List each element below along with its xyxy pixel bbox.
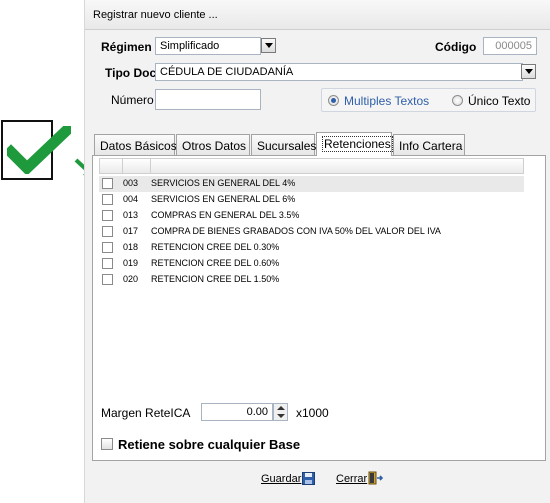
row-checkbox[interactable] — [102, 274, 113, 285]
column-separator — [523, 159, 524, 174]
tab-otros-datos[interactable]: Otros Datos — [176, 134, 250, 156]
check-mark-icon — [7, 126, 71, 174]
codigo-label: Código — [435, 40, 477, 54]
spin-up-icon[interactable] — [277, 406, 285, 410]
row-checkbox[interactable] — [102, 258, 113, 269]
numero-field[interactable] — [155, 89, 261, 110]
unico-texto-radio-icon[interactable] — [452, 95, 463, 106]
row-checkbox[interactable] — [102, 194, 113, 205]
checkmark-indicator — [1, 120, 71, 180]
margen-reteica-value: 0.00 — [246, 406, 268, 418]
cerrar-button[interactable]: Cerrar — [336, 473, 367, 485]
codigo-field[interactable]: 000005 — [483, 37, 537, 55]
margen-reteica-input[interactable]: 0.00 — [201, 403, 273, 421]
multiples-textos-label[interactable]: Multiples Textos — [344, 94, 429, 108]
regimen-label: Régimen — [101, 40, 152, 54]
regimen-select[interactable]: Simplificado — [155, 37, 261, 55]
column-separator — [122, 159, 123, 174]
tab-datos-basicos[interactable]: Datos Básicos — [94, 134, 177, 156]
retiene-label[interactable]: Retiene sobre cualquier Base — [118, 437, 300, 452]
row-checkbox[interactable] — [102, 210, 113, 221]
retenciones-grid: 003 SERVICIOS EN GENERAL DEL 4% 004 SERV… — [99, 158, 524, 396]
margen-spinner[interactable] — [273, 403, 288, 421]
retiene-checkbox[interactable] — [101, 438, 113, 450]
grid-header — [99, 158, 524, 174]
margen-reteica-label: Margen ReteICA — [101, 406, 191, 420]
row-checkbox[interactable] — [102, 178, 113, 189]
row-checkbox[interactable] — [102, 226, 113, 237]
tab-retenciones[interactable]: Retenciones — [316, 132, 393, 156]
text-mode-group: Multiples Textos Único Texto — [321, 88, 536, 112]
tab-sucursales[interactable]: Sucursales — [251, 134, 316, 156]
spin-down-icon[interactable] — [277, 414, 285, 418]
window-title: Registrar nuevo cliente ... — [93, 9, 218, 21]
exit-door-icon[interactable] — [368, 471, 384, 485]
margen-unit-label: x1000 — [296, 406, 329, 420]
save-disk-icon[interactable] — [302, 472, 315, 485]
numero-label: Número — [111, 93, 154, 107]
table-row[interactable]: 004 SERVICIOS EN GENERAL DEL 6% — [99, 192, 524, 208]
table-row[interactable]: 020 RETENCION CREE DEL 1.50% — [99, 272, 524, 288]
tipo-doc-label: Tipo Doc — [105, 66, 157, 80]
guardar-button[interactable]: Guardar — [261, 473, 301, 485]
table-row[interactable]: 013 COMPRAS EN GENERAL DEL 3.5% — [99, 208, 524, 224]
regimen-value: Simplificado — [160, 40, 220, 52]
tab-info-cartera[interactable]: Info Cartera — [393, 134, 465, 156]
column-separator — [150, 159, 151, 174]
unico-texto-label[interactable]: Único Texto — [468, 94, 530, 108]
codigo-value: 000005 — [495, 40, 532, 52]
multiples-textos-radio-icon[interactable] — [328, 95, 339, 106]
table-row[interactable]: 017 COMPRA DE BIENES GRABADOS CON IVA 50… — [99, 224, 524, 240]
table-row[interactable]: 018 RETENCION CREE DEL 0.30% — [99, 240, 524, 256]
title-bar: Registrar nuevo cliente ... — [85, 0, 550, 30]
table-row[interactable]: 003 SERVICIOS EN GENERAL DEL 4% — [99, 176, 524, 192]
table-row[interactable]: 019 RETENCION CREE DEL 0.60% — [99, 256, 524, 272]
tipo-doc-select[interactable]: CÉDULA DE CIUDADANÍA — [155, 63, 523, 81]
tipo-doc-dropdown-arrow-icon[interactable] — [521, 64, 536, 79]
tipo-doc-value: CÉDULA DE CIUDADANÍA — [160, 66, 294, 78]
registrar-cliente-window: Registrar nuevo cliente ... Régimen Simp… — [84, 0, 550, 503]
row-checkbox[interactable] — [102, 242, 113, 253]
regimen-dropdown-arrow-icon[interactable] — [261, 38, 276, 53]
